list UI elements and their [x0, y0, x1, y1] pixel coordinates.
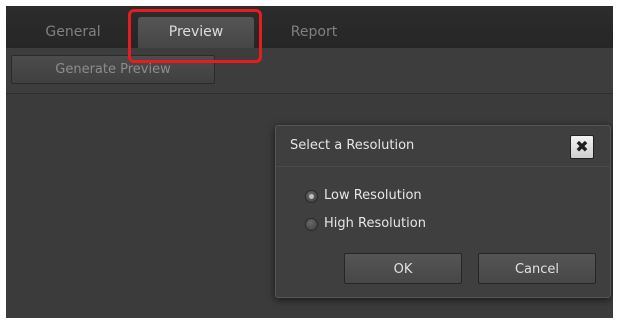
- radio-button-icon[interactable]: [305, 190, 318, 203]
- app-window: General Preview Report Generate Preview …: [6, 6, 613, 318]
- radio-label: Low Resolution: [324, 188, 422, 203]
- tab-general[interactable]: General: [16, 17, 130, 48]
- ok-button[interactable]: OK: [344, 253, 462, 284]
- radio-label: High Resolution: [324, 216, 426, 231]
- toolbar: Generate Preview: [6, 48, 613, 94]
- resolution-dialog: Select a Resolution ✖ Low Resolution Hig…: [275, 125, 611, 298]
- cancel-button[interactable]: Cancel: [478, 253, 596, 284]
- radio-button-icon[interactable]: [305, 218, 318, 231]
- dialog-title: Select a Resolution: [290, 138, 415, 153]
- radio-selected-dot: [309, 194, 314, 199]
- tab-report[interactable]: Report: [257, 17, 371, 48]
- tab-bar: General Preview Report: [6, 6, 613, 48]
- tab-highlight-annotation: [128, 9, 262, 63]
- dialog-divider: [276, 166, 610, 167]
- close-icon[interactable]: ✖: [570, 135, 594, 159]
